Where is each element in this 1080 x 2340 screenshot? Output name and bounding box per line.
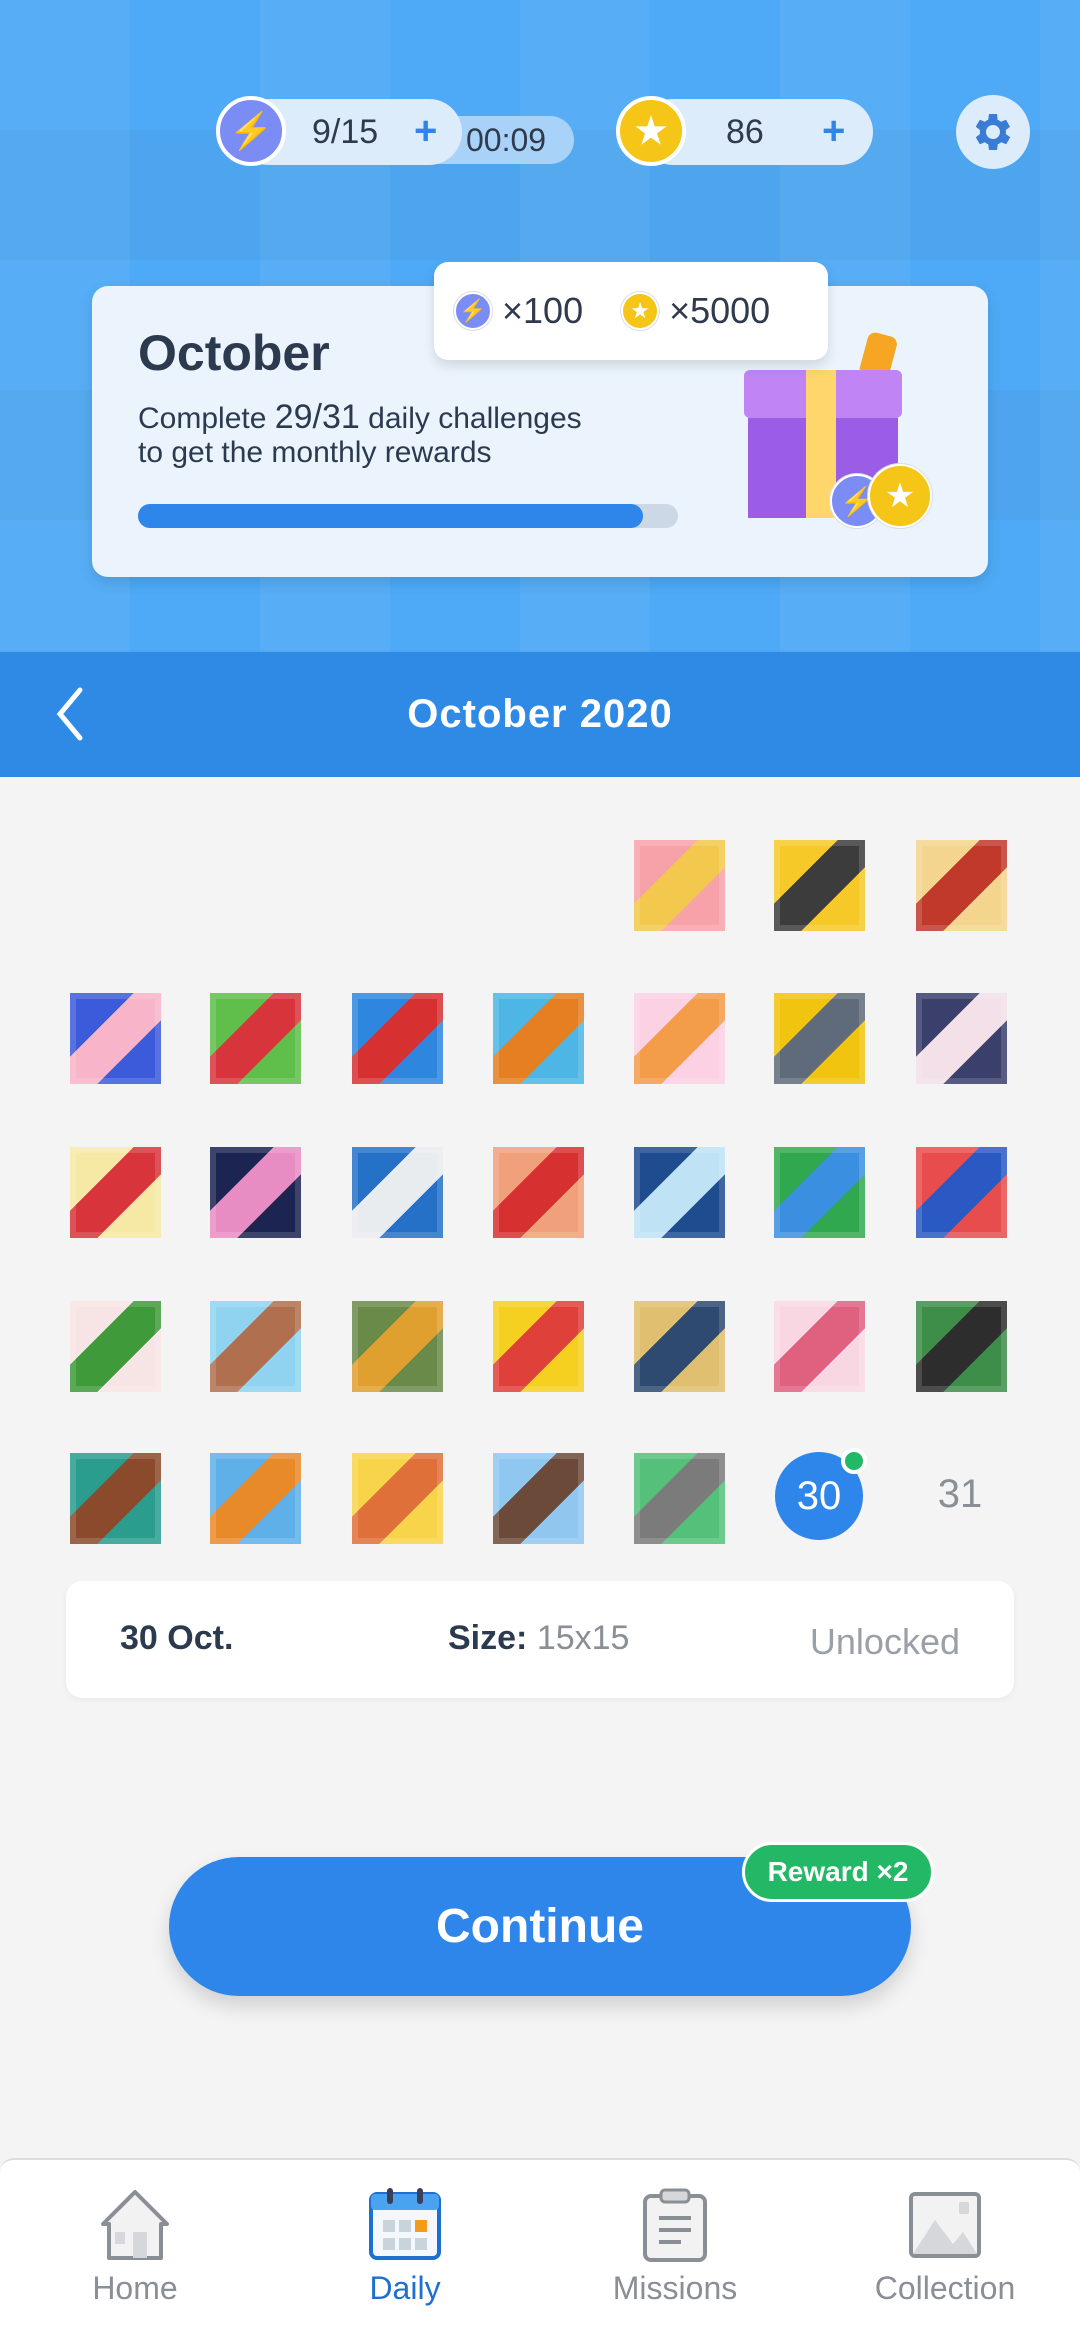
calendar-title: October 2020 xyxy=(407,692,673,736)
energy-icon: ⚡ xyxy=(216,96,286,166)
reward-energy: ×100 xyxy=(502,290,584,331)
challenge-count: 29/31 xyxy=(274,398,360,436)
day-31: 31 xyxy=(937,1472,983,1516)
day-2-puzzle-tile[interactable] xyxy=(774,840,865,931)
day-15-puzzle-tile[interactable] xyxy=(634,1147,725,1238)
day-17-puzzle-tile[interactable] xyxy=(916,1147,1007,1238)
day-29-puzzle-tile[interactable] xyxy=(634,1453,725,1544)
month-title: October xyxy=(138,325,330,381)
day-23-puzzle-tile[interactable] xyxy=(774,1301,865,1392)
day-5-puzzle-tile[interactable] xyxy=(210,993,301,1084)
day-30-button[interactable]: 30 xyxy=(775,1448,867,1540)
puzzle-size: Size: 15x15 xyxy=(448,1619,630,1657)
challenge-description: Complete 29/31 daily challenges to get t… xyxy=(138,398,582,469)
star-coin-icon: ★ xyxy=(616,96,686,166)
star-coin-icon: ★ xyxy=(868,464,932,528)
energy-count: 9/15 xyxy=(312,113,379,151)
day-26-puzzle-tile[interactable] xyxy=(210,1453,301,1544)
star-coin-icon: ★ xyxy=(621,292,660,330)
add-coins-button[interactable]: + xyxy=(822,109,845,154)
home-icon xyxy=(101,2190,169,2260)
day-1-puzzle-tile[interactable] xyxy=(634,840,725,931)
day-20-puzzle-tile[interactable] xyxy=(352,1301,443,1392)
day-22-puzzle-tile[interactable] xyxy=(634,1301,725,1392)
reward-badge: Reward ×2 xyxy=(742,1842,934,1902)
calendar-icon xyxy=(369,2188,441,2260)
day-14-puzzle-tile[interactable] xyxy=(493,1147,584,1238)
nav-collection[interactable]: Collection xyxy=(810,2160,1080,2340)
energy-timer: 00:09 xyxy=(466,122,547,158)
nav-daily[interactable]: Daily xyxy=(270,2160,540,2340)
day-24-puzzle-tile[interactable] xyxy=(916,1301,1007,1392)
day-8-puzzle-tile[interactable] xyxy=(634,993,725,1084)
day-28-puzzle-tile[interactable] xyxy=(493,1453,584,1544)
settings-button[interactable] xyxy=(956,95,1030,169)
calendar-header: October 2020 xyxy=(0,652,1080,777)
monthly-progress-bar xyxy=(138,504,678,528)
selected-date: 30 Oct. xyxy=(120,1619,234,1657)
day-25-puzzle-tile[interactable] xyxy=(70,1453,161,1544)
image-icon xyxy=(909,2192,981,2258)
day-13-puzzle-tile[interactable] xyxy=(352,1147,443,1238)
nav-missions[interactable]: Missions xyxy=(540,2160,810,2340)
day-11-puzzle-tile[interactable] xyxy=(70,1147,161,1238)
clipboard-icon xyxy=(643,2188,707,2262)
add-energy-button[interactable]: + xyxy=(414,109,437,154)
gear-icon xyxy=(975,114,1011,150)
day-6-puzzle-tile[interactable] xyxy=(352,993,443,1084)
day-27-puzzle-tile[interactable] xyxy=(352,1453,443,1544)
nav-home[interactable]: Home xyxy=(0,2160,270,2340)
day-18-puzzle-tile[interactable] xyxy=(70,1301,161,1392)
day-4-puzzle-tile[interactable] xyxy=(70,993,161,1084)
day-16-puzzle-tile[interactable] xyxy=(774,1147,865,1238)
day-19-puzzle-tile[interactable] xyxy=(210,1301,301,1392)
unlock-status: Unlocked xyxy=(809,1621,960,1662)
day-12-puzzle-tile[interactable] xyxy=(210,1147,301,1238)
top-banner: 00:09 9/15 + ⚡ 86 + ★ October Complete 2… xyxy=(0,0,1080,652)
day-10-puzzle-tile[interactable] xyxy=(916,993,1007,1084)
reward-coins: ×5000 xyxy=(669,290,771,331)
monthly-progress-fill xyxy=(138,504,643,528)
energy-icon: ⚡ xyxy=(454,292,492,330)
new-indicator-dot xyxy=(841,1448,867,1474)
rewards-tooltip: ⚡ ×100 ★ ×5000 xyxy=(434,262,828,360)
day-21-puzzle-tile[interactable] xyxy=(493,1301,584,1392)
day-3-puzzle-tile[interactable] xyxy=(916,840,1007,931)
day-7-puzzle-tile[interactable] xyxy=(493,993,584,1084)
coin-count: 86 xyxy=(726,113,764,151)
day-9-puzzle-tile[interactable] xyxy=(774,993,865,1084)
selected-day-info: 30 Oct. Size: 15x15 Unlocked xyxy=(66,1581,1014,1698)
bottom-nav: Home Daily Missions Collection xyxy=(0,2158,1080,2340)
gift-box-icon[interactable]: ⚡ ★ xyxy=(744,330,932,528)
